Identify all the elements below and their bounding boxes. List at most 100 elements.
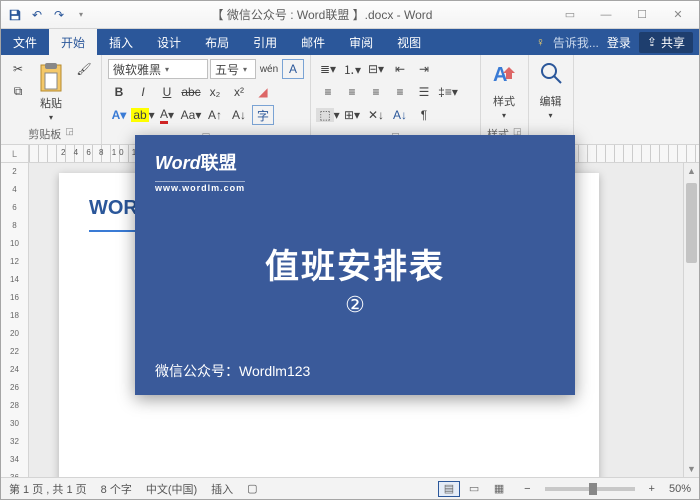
decrease-indent-icon[interactable]: ⇤ <box>389 59 411 79</box>
sort-icon[interactable]: A↓ <box>389 105 411 125</box>
web-layout-icon[interactable]: ▦ <box>488 481 510 497</box>
cut-icon[interactable]: ✂ <box>7 59 29 79</box>
paste-button[interactable]: 粘贴 ▾ <box>33 59 69 124</box>
scroll-down-icon[interactable]: ▼ <box>684 461 699 477</box>
font-name-combo[interactable]: 微软雅黑▾ <box>108 59 208 79</box>
overlay-logo: Word联盟 www.wordlm.com <box>155 149 555 196</box>
login-link[interactable]: 登录 <box>607 34 631 51</box>
bold-button[interactable]: B <box>108 82 130 102</box>
styles-button[interactable]: A 样式 ▾ <box>487 59 521 122</box>
strikethrough-icon[interactable]: abc <box>180 82 202 102</box>
editing-button[interactable]: 编辑 ▾ <box>535 59 567 122</box>
change-case-icon[interactable]: Aa▾ <box>180 105 202 125</box>
redo-icon[interactable]: ↷ <box>49 5 69 25</box>
tell-me[interactable]: 告诉我... <box>553 34 599 51</box>
font-size-combo[interactable]: 五号 ▾ <box>210 59 256 79</box>
ribbon-tabs: 文件 开始 插入 设计 布局 引用 邮件 审阅 视图 ♀ 告诉我... 登录 ⇪… <box>1 29 699 55</box>
justify-icon[interactable]: ≡ <box>389 82 411 102</box>
bullets-icon[interactable]: ≣▾ <box>317 59 339 79</box>
ruler-corner: L <box>1 145 29 162</box>
editing-label: 编辑 <box>540 93 562 109</box>
numbering-icon[interactable]: ⒈▾ <box>341 59 363 79</box>
italic-button[interactable]: I <box>132 82 154 102</box>
print-layout-icon[interactable]: ▤ <box>438 481 460 497</box>
group-font: 微软雅黑▾ 五号 ▾ wén A B I U abc x₂ x² ◢ A▾ ab▾… <box>102 55 311 144</box>
overlay-subtitle: ② <box>345 292 365 318</box>
status-language[interactable]: 中文(中国) <box>146 481 197 497</box>
macro-record-icon[interactable]: ▢ <box>247 482 257 495</box>
format-painter-icon[interactable]: 🖌 <box>73 59 95 79</box>
styles-label: 样式 <box>493 93 515 109</box>
clipboard-label: 剪贴板 <box>28 126 61 142</box>
zoom-level[interactable]: 50% <box>669 483 691 495</box>
align-right-icon[interactable]: ≡ <box>365 82 387 102</box>
logo-word: Word <box>155 153 201 173</box>
view-buttons: ▤ ▭ ▦ <box>438 481 510 497</box>
tab-layout[interactable]: 布局 <box>193 29 241 55</box>
tab-file[interactable]: 文件 <box>1 29 49 55</box>
zoom-slider[interactable] <box>545 487 635 491</box>
font-name-value: 微软雅黑 <box>113 61 161 78</box>
superscript-icon[interactable]: x² <box>228 82 250 102</box>
increase-indent-icon[interactable]: ⇥ <box>413 59 435 79</box>
logo-url: www.wordlm.com <box>155 181 245 193</box>
tab-review[interactable]: 审阅 <box>337 29 385 55</box>
line-spacing-icon[interactable]: ‡≡▾ <box>437 82 459 102</box>
tab-design[interactable]: 设计 <box>145 29 193 55</box>
underline-button[interactable]: U <box>156 82 178 102</box>
overlay-title: 值班安排表 <box>265 239 445 288</box>
zoom-out-button[interactable]: − <box>524 483 530 495</box>
phonetic-guide-icon[interactable]: wén <box>258 59 280 79</box>
show-marks-icon[interactable]: ¶ <box>413 105 435 125</box>
save-icon[interactable] <box>5 5 25 25</box>
distribute-icon[interactable]: ☰ <box>413 82 435 102</box>
minimize-icon[interactable]: — <box>589 5 623 25</box>
share-label: 共享 <box>661 34 685 51</box>
zoom-slider-knob[interactable] <box>589 483 597 495</box>
highlight-icon[interactable]: ab▾ <box>132 105 154 125</box>
font-color-icon[interactable]: A▾ <box>156 105 178 125</box>
tab-insert[interactable]: 插入 <box>97 29 145 55</box>
borders-icon[interactable]: ⊞▾ <box>341 105 363 125</box>
styles-icon: A <box>491 61 517 91</box>
subscript-icon[interactable]: x₂ <box>204 82 226 102</box>
status-words[interactable]: 8 个字 <box>101 481 132 497</box>
text-direction-icon[interactable]: ✕↓ <box>365 105 387 125</box>
tab-mail[interactable]: 邮件 <box>289 29 337 55</box>
chevron-down-icon: ▾ <box>502 111 506 120</box>
vertical-ruler[interactable]: 24681012141618202224262830323436 <box>1 163 29 477</box>
close-icon[interactable]: ✕ <box>661 5 695 25</box>
tab-home[interactable]: 开始 <box>49 29 97 55</box>
chevron-down-icon: ▾ <box>243 65 247 74</box>
chevron-down-icon: ▾ <box>49 113 53 122</box>
char-border-icon[interactable]: A <box>282 59 304 79</box>
multilevel-icon[interactable]: ⊟▾ <box>365 59 387 79</box>
scroll-thumb[interactable] <box>686 183 697 263</box>
copy-icon[interactable]: ⧉ <box>7 81 29 101</box>
font-size-value: 五号 <box>215 61 239 78</box>
tab-references[interactable]: 引用 <box>241 29 289 55</box>
vertical-scrollbar[interactable]: ▲ ▼ <box>683 163 699 477</box>
tab-view[interactable]: 视图 <box>385 29 433 55</box>
shrink-font-icon[interactable]: A↓ <box>228 105 250 125</box>
align-left-icon[interactable]: ≡ <box>317 82 339 102</box>
align-center-icon[interactable]: ≡ <box>341 82 363 102</box>
maximize-icon[interactable]: ☐ <box>625 5 659 25</box>
status-pages[interactable]: 第 1 页 , 共 1 页 <box>9 481 87 497</box>
undo-icon[interactable]: ↶ <box>27 5 47 25</box>
grow-font-icon[interactable]: A↑ <box>204 105 226 125</box>
scroll-up-icon[interactable]: ▲ <box>684 163 699 179</box>
read-mode-icon[interactable]: ▭ <box>463 481 485 497</box>
text-effects-icon[interactable]: A▾ <box>108 105 130 125</box>
status-insert-mode[interactable]: 插入 <box>211 481 233 497</box>
qat-dropdown-icon[interactable]: ▾ <box>71 5 91 25</box>
zoom-in-button[interactable]: + <box>649 483 655 495</box>
share-button[interactable]: ⇪ 共享 <box>639 32 693 53</box>
dialog-launcher-icon[interactable]: ◲ <box>65 126 74 142</box>
shading-icon[interactable]: ⬚▾ <box>317 105 339 125</box>
share-icon: ⇪ <box>647 35 657 49</box>
ribbon-options-icon[interactable]: ▭ <box>553 5 587 25</box>
enclose-char-icon[interactable]: 字 <box>252 105 274 125</box>
window-controls: ▭ — ☐ ✕ <box>553 5 695 25</box>
clear-format-icon[interactable]: ◢ <box>252 82 274 102</box>
